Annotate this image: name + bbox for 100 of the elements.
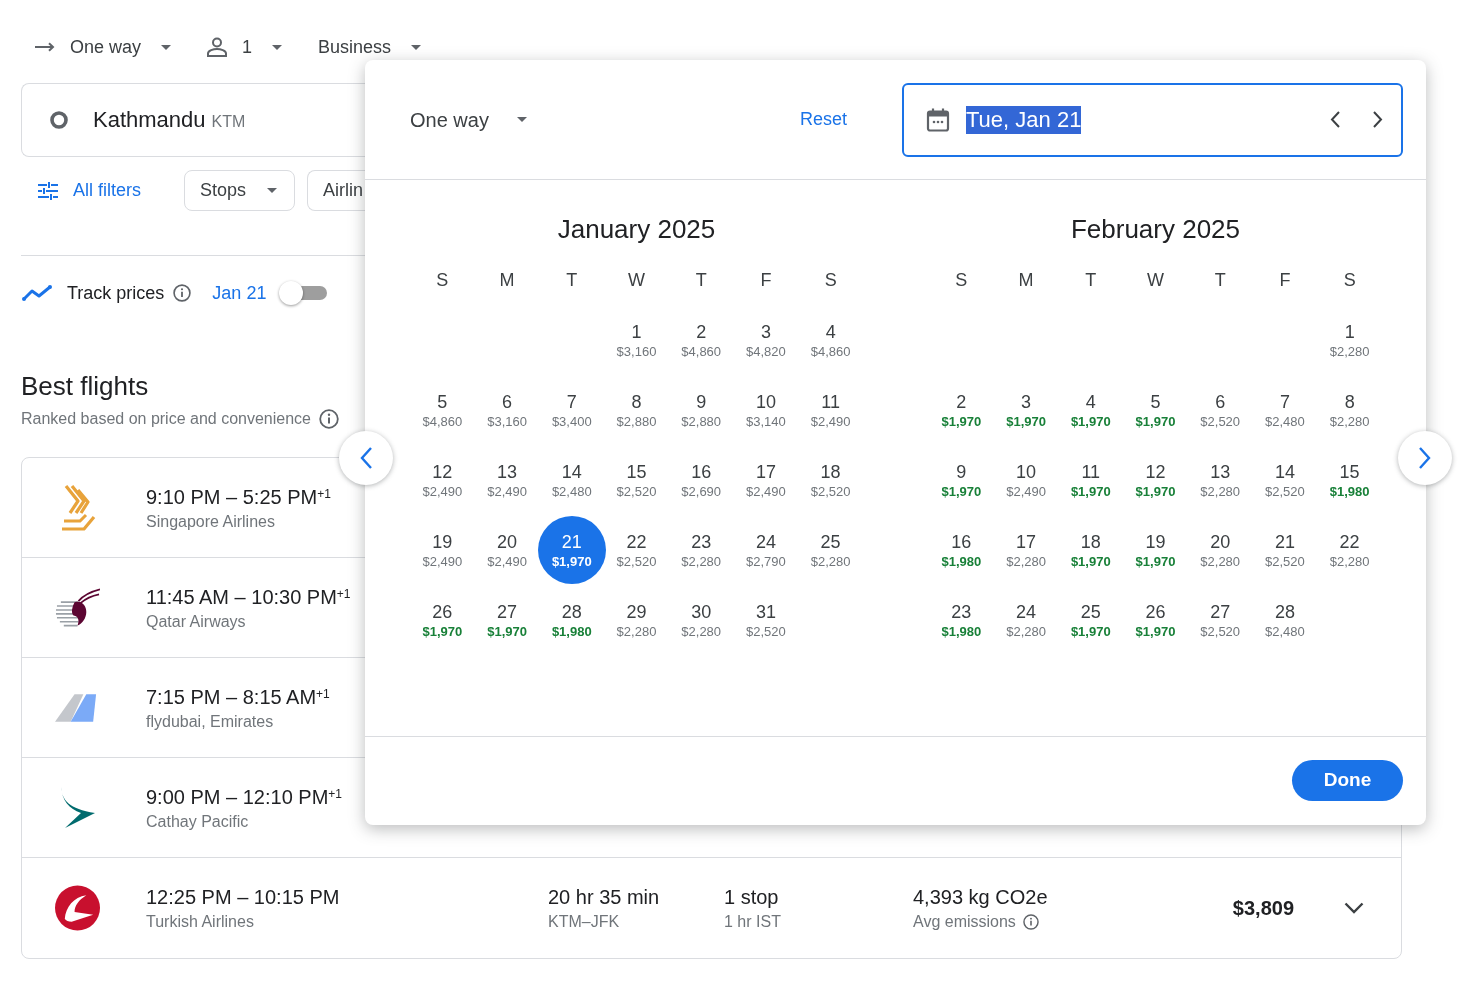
calendar-day[interactable]: 16 $2,690 xyxy=(677,459,726,501)
calendar-day[interactable]: 8 $2,280 xyxy=(1325,389,1374,431)
calendar-day[interactable]: 30 $2,280 xyxy=(677,599,726,641)
info-icon[interactable] xyxy=(1022,914,1039,930)
calendar-day[interactable]: 9 $1,970 xyxy=(937,459,986,501)
calendar-day[interactable]: 25 $2,280 xyxy=(806,529,855,571)
calendar-day[interactable]: 1 $3,160 xyxy=(612,319,661,361)
calendar-day[interactable]: 17 $2,490 xyxy=(742,459,790,501)
calendar-day[interactable]: 17 $2,280 xyxy=(1002,529,1050,571)
calendar-day[interactable]: 11 $1,970 xyxy=(1066,459,1115,501)
weekday-label: T xyxy=(1214,269,1226,291)
calendar-day[interactable]: 19 $2,490 xyxy=(418,529,467,571)
flight-price: $3,809 xyxy=(1232,896,1294,921)
calendar-day[interactable]: 27 $2,520 xyxy=(1196,599,1245,641)
antelope-logo-icon xyxy=(55,587,100,628)
calendar-day[interactable]: 11 $2,490 xyxy=(806,389,855,431)
bird-logo-icon xyxy=(59,484,96,531)
calendar-day[interactable]: 5 $4,860 xyxy=(418,389,467,431)
calendar-day[interactable]: 2 $4,860 xyxy=(677,319,726,361)
calendar-day[interactable]: 21 $1,970 xyxy=(537,516,606,584)
layover: 1 hr IST xyxy=(724,912,781,932)
calendar-day[interactable]: 13 $2,280 xyxy=(1196,459,1245,501)
done-button[interactable]: Done xyxy=(1292,760,1403,801)
calendar-day[interactable]: 12 $1,970 xyxy=(1131,459,1180,501)
trip-type-dropdown[interactable]: One way xyxy=(35,30,172,64)
calendar-day[interactable]: 7 $2,480 xyxy=(1261,389,1309,431)
weekday-label: M xyxy=(1018,269,1034,291)
calendar-day[interactable]: 14 $2,520 xyxy=(1261,459,1309,501)
info-icon[interactable] xyxy=(319,409,339,429)
chevron-down-icon[interactable] xyxy=(1344,902,1364,914)
route: KTM–JFK xyxy=(548,912,620,932)
calendar-day[interactable]: 2 $1,970 xyxy=(937,389,986,431)
calendar-day[interactable]: 24 $2,280 xyxy=(1002,599,1050,641)
calendar-day[interactable]: 28 $2,480 xyxy=(1261,599,1309,641)
calendar-day[interactable]: 22 $2,280 xyxy=(1325,529,1374,571)
calendar-day[interactable]: 6 $2,520 xyxy=(1196,389,1245,431)
sliders-icon xyxy=(38,181,58,200)
calendar-day[interactable]: 21 $2,520 xyxy=(1261,529,1309,571)
info-icon[interactable] xyxy=(173,284,192,302)
chevron-left-icon[interactable] xyxy=(1330,111,1340,128)
all-filters-button[interactable]: All filters xyxy=(21,170,172,211)
weekday-label: T xyxy=(566,269,578,291)
calendar-day[interactable]: 26 $1,970 xyxy=(418,599,467,641)
section-heading: Best flights xyxy=(21,370,149,402)
calendar-day[interactable]: 26 $1,970 xyxy=(1131,599,1180,641)
flight-times: 9:00 PM – 12:10 PM$^{+1}$ xyxy=(146,784,342,810)
calendar-day[interactable]: 3 $1,970 xyxy=(1002,389,1050,431)
calendar-day[interactable]: 6 $3,160 xyxy=(483,389,531,431)
calendar-day[interactable]: 4 $1,970 xyxy=(1066,389,1115,431)
calendar-day[interactable]: 8 $2,880 xyxy=(612,389,661,431)
month-title: February 2025 xyxy=(1070,213,1241,245)
calendar-day[interactable]: 19 $1,970 xyxy=(1131,529,1180,571)
calendar-day[interactable]: 25 $1,970 xyxy=(1066,599,1115,641)
calendar-day[interactable]: 18 $1,970 xyxy=(1066,529,1115,571)
calendar-day[interactable]: 20 $2,490 xyxy=(483,529,531,571)
flight-times: 7:15 PM – 8:15 AM$^{+1}$ xyxy=(146,684,330,710)
calendar-day[interactable]: 4 $4,860 xyxy=(806,319,855,361)
calendar-day[interactable]: 3 $4,820 xyxy=(742,319,790,361)
filter-dropdown[interactable]: Stops xyxy=(184,170,295,211)
calendar-day[interactable]: 15 $2,520 xyxy=(612,459,661,501)
weekday-label: F xyxy=(1279,269,1291,291)
caret-down-icon xyxy=(161,44,172,50)
airline-name: flydubai, Emirates xyxy=(146,711,274,732)
calendar-day[interactable]: 18 $2,520 xyxy=(806,459,855,501)
cabin-class-dropdown[interactable]: Business xyxy=(318,30,422,64)
calendar-day[interactable]: 23 $2,280 xyxy=(677,529,726,571)
trip-type-dropdown[interactable]: One way xyxy=(410,99,527,140)
calendar-day[interactable]: 20 $2,280 xyxy=(1196,529,1245,571)
toggle-switch[interactable] xyxy=(279,280,329,306)
calendar-day[interactable]: 28 $1,980 xyxy=(547,599,596,641)
origin-city: Kathmandu xyxy=(93,106,206,134)
weekday-label: S xyxy=(824,269,837,291)
weekday-label: T xyxy=(695,269,707,291)
calendar-day[interactable]: 7 $3,400 xyxy=(547,389,596,431)
month-title: January 2025 xyxy=(557,213,716,245)
passenger-dropdown[interactable]: 1 xyxy=(207,30,283,64)
calendar-day[interactable]: 24 $2,790 xyxy=(742,529,790,571)
calendar-day[interactable]: 23 $1,980 xyxy=(937,599,986,641)
calendar-day[interactable]: 14 $2,480 xyxy=(547,459,596,501)
calendar-day[interactable]: 22 $2,520 xyxy=(612,529,661,571)
calendar-day[interactable]: 12 $2,490 xyxy=(418,459,467,501)
origin-field[interactable]: Kathmandu KTM xyxy=(21,83,365,157)
calendar-day[interactable]: 13 $2,490 xyxy=(483,459,531,501)
calendar-day[interactable]: 15 $1,980 xyxy=(1325,459,1374,501)
calendar-day[interactable]: 9 $2,880 xyxy=(677,389,726,431)
date-field[interactable]: Tue, Jan 21 xyxy=(902,82,1403,157)
reset-button[interactable]: Reset xyxy=(789,101,857,138)
weekday-label: S xyxy=(436,269,449,291)
calendar-day[interactable]: 1 $2,280 xyxy=(1325,319,1374,361)
caret-down-icon xyxy=(411,44,422,50)
calendar-day[interactable]: 10 $2,490 xyxy=(1002,459,1050,501)
calendar-day[interactable]: 29 $2,280 xyxy=(612,599,661,641)
calendar-day[interactable]: 10 $3,140 xyxy=(742,389,790,431)
chevron-left-icon xyxy=(360,447,372,469)
calendar-day[interactable]: 31 $2,520 xyxy=(742,599,790,641)
chevron-right-icon[interactable] xyxy=(1373,111,1383,128)
arrow-right-icon xyxy=(35,42,55,52)
calendar-day[interactable]: 16 $1,980 xyxy=(937,529,986,571)
calendar-day[interactable]: 5 $1,970 xyxy=(1131,389,1180,431)
calendar-day[interactable]: 27 $1,970 xyxy=(483,599,531,641)
